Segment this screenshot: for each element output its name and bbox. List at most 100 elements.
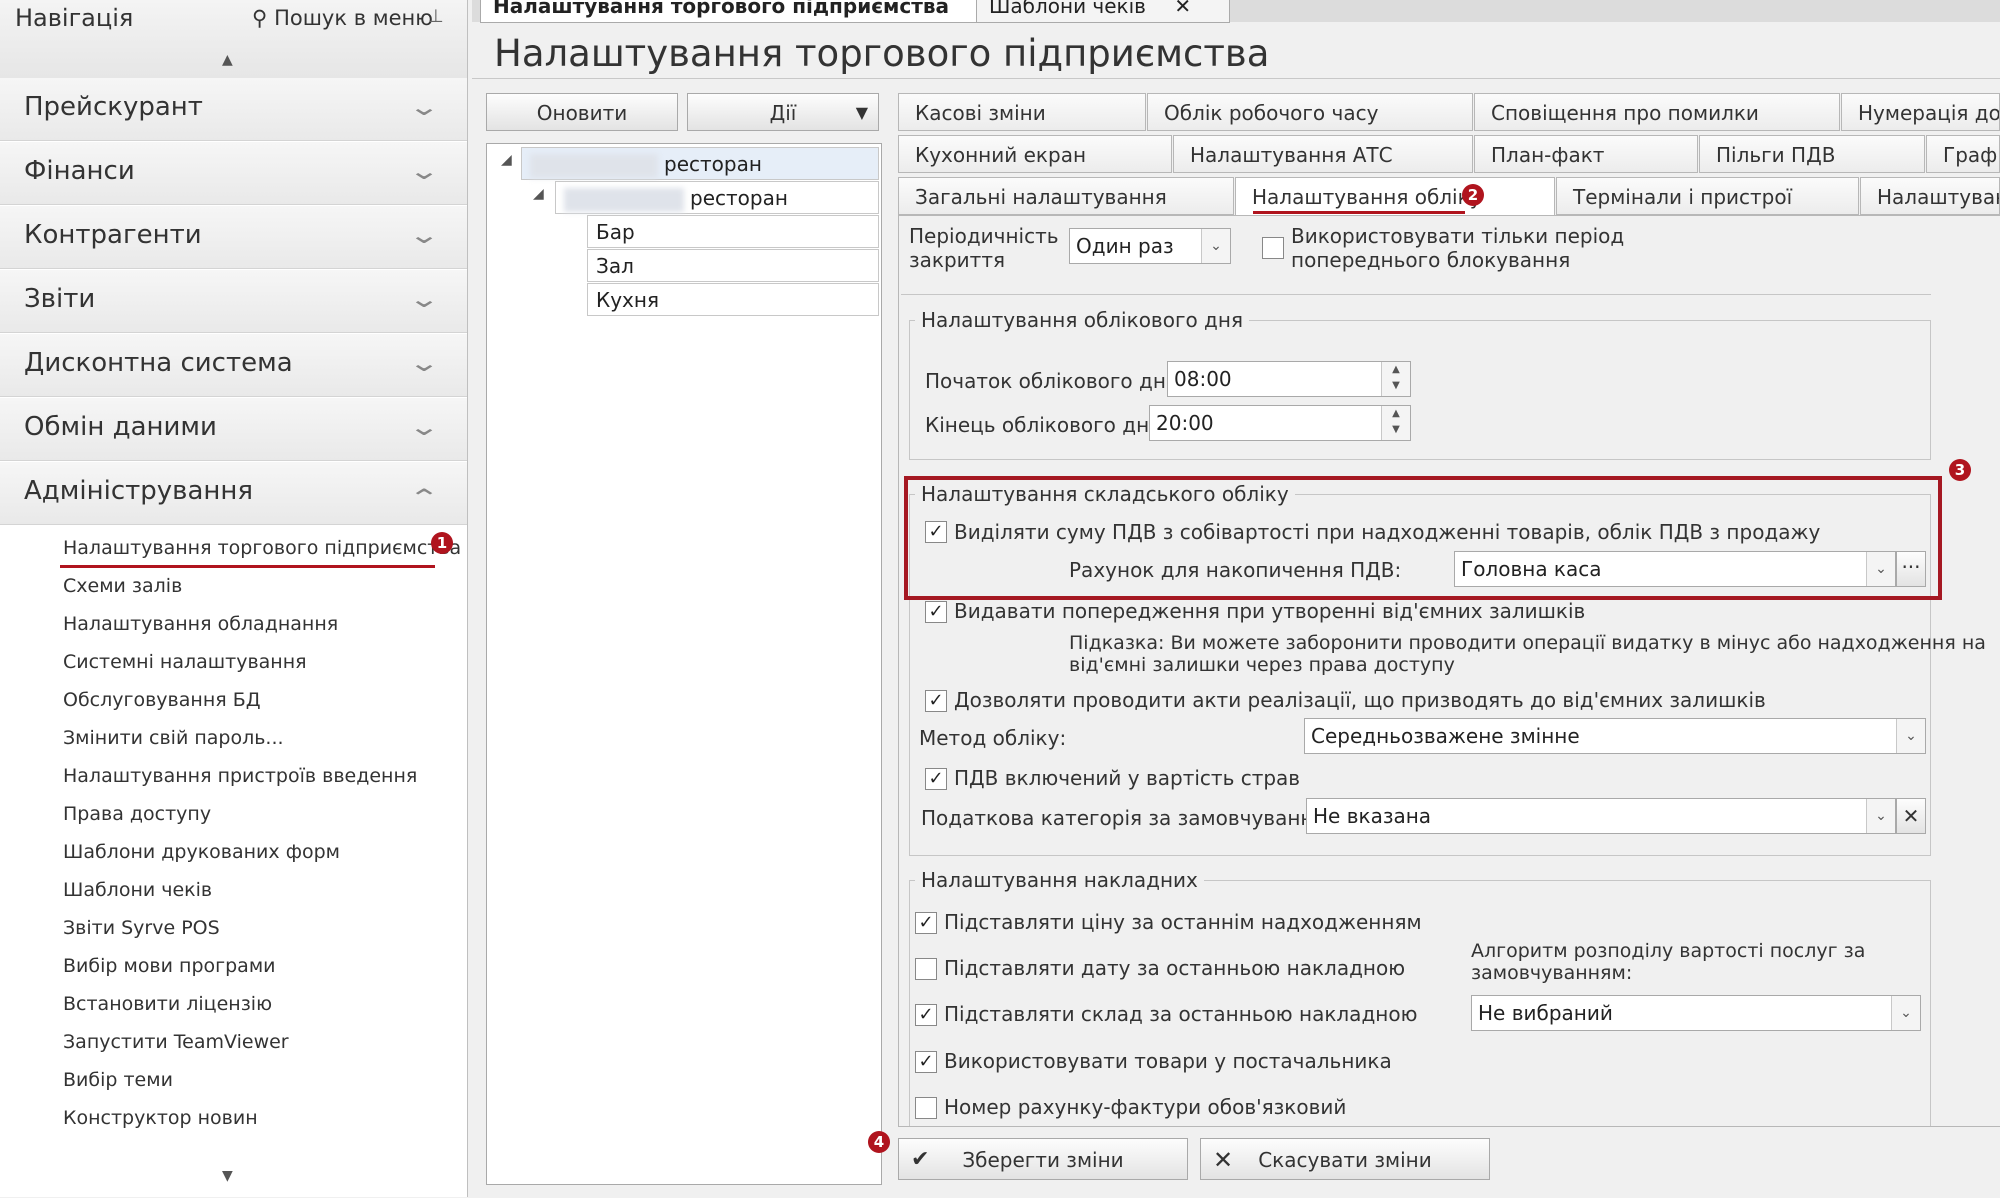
tab-general-settings[interactable]: Загальні налаштування [898,177,1234,215]
scroll-up-icon[interactable]: ▲ [222,52,233,68]
nav-item-install-license[interactable]: Встановити ліцензію [63,993,272,1015]
tab-vat-benefits[interactable]: Пільги ПДВ [1699,135,1925,173]
nav-item-receipt-templates[interactable]: Шаблони чеків [63,879,212,901]
chevron-down-icon: ⌄ [407,349,441,377]
nav-item-enterprise-settings[interactable]: Налаштування торгового підприємства [63,537,461,559]
method-label: Метод обліку: [919,726,1067,750]
cost-algorithm-select[interactable]: Не вибраний ⌄ [1471,995,1921,1031]
tab-error-notifications[interactable]: Сповіщення про помилки [1474,93,1840,131]
menu-search[interactable]: ⚲ Пошук в меню [252,6,433,30]
invoice-date-checkbox[interactable] [915,958,937,980]
chevron-up-icon: ⌃ [407,484,441,512]
nav-section-label: Фінанси [24,156,135,186]
tab-plan-fact[interactable]: План-факт [1474,135,1698,173]
vat-in-price-checkbox[interactable]: ✓ [925,768,947,790]
tree-node[interactable]: Бар [587,215,879,248]
tab-cash-shifts[interactable]: Касові зміни [898,93,1146,131]
close-period-label-line: Періодичність [909,224,1059,248]
nav-section-administration[interactable]: Адміністрування ⌃ [0,462,467,525]
tab-numbering[interactable]: Нумерація доку [1841,93,2000,131]
tab-settings-more[interactable]: Налаштуванн [1860,177,2000,215]
clear-icon[interactable]: ✕ [1896,798,1926,834]
hint-line: Підказка: Ви можете заборонити проводити… [1069,632,1986,654]
use-prev-block-period-label: Використовувати тільки період попередньо… [1291,224,1624,272]
nav-section-data-exchange[interactable]: Обмін даними ⌄ [0,398,467,461]
account-day-title: Налаштування облікового дня [915,308,1249,332]
doc-tab-enterprise-settings[interactable]: Налаштування торгового підприємства ✕ [480,0,1000,23]
tree-node[interactable]: Зал [587,249,879,282]
tab-schedule[interactable]: Графі [1926,135,2000,173]
nav-item-access-rights[interactable]: Права доступу [63,803,211,825]
nav-item-system-settings[interactable]: Системні налаштування [63,651,307,673]
highlight-box [904,476,1942,600]
step-badge-4: 4 [868,1131,890,1153]
invoice-number-label: Номер рахунку-фактури обов'язковий [944,1095,1347,1119]
method-select[interactable]: Середньозважене змінне ⌄ [1304,718,1926,754]
nav-item-theme[interactable]: Вибір теми [63,1069,173,1091]
settings-content: Періодичність закриття Один раз ⌄ Викори… [898,215,2000,1127]
use-prev-block-period-checkbox[interactable] [1262,237,1284,259]
chevron-down-icon: ⌄ [1866,799,1895,833]
save-button[interactable]: ✔ Зберегти зміни [898,1138,1188,1180]
collapse-icon[interactable]: ◢ [533,186,544,202]
nav-section-finance[interactable]: Фінанси ⌄ [0,142,467,205]
pin-icon[interactable]: ⊥ [428,6,444,27]
supplier-goods-label: Використовувати товари у постачальника [944,1049,1392,1073]
day-end-input[interactable]: 20:00 ▲ ▼ [1149,405,1411,441]
tree-node[interactable]: ресторан [555,181,879,214]
tree-node-label: ресторан [664,152,762,176]
tree-node[interactable]: ресторан [521,147,879,180]
nav-item-news-constructor[interactable]: Конструктор новин [63,1107,258,1129]
checkbox-label-line: Використовувати тільки період [1291,224,1625,248]
scroll-down-icon[interactable]: ▼ [222,1168,233,1184]
checkbox-label-line: попереднього блокування [1291,248,1571,272]
tab-pbx-settings[interactable]: Налаштування АТС [1173,135,1473,173]
tree-node[interactable]: Кухня [587,283,879,316]
tab-terminals-devices[interactable]: Термінали і пристрої [1556,177,1859,215]
nav-item-hall-schemes[interactable]: Схеми залів [63,575,182,597]
tab-kitchen-screen[interactable]: Кухонний екран [898,135,1172,173]
nav-section-label: Контрагенти [24,220,202,250]
nav-item-print-templates[interactable]: Шаблони друкованих форм [63,841,340,863]
cost-algorithm-value: Не вибраний [1478,1001,1613,1025]
refresh-button[interactable]: Оновити [486,93,678,131]
nav-section-reports[interactable]: Звіти ⌄ [0,270,467,333]
chevron-down-icon: ⌄ [407,221,441,249]
negative-warning-checkbox[interactable]: ✓ [925,601,947,623]
nav-item-pos-reports[interactable]: Звіти Syrve POS [63,917,220,939]
collapse-icon[interactable]: ◢ [501,152,512,168]
nav-section-discount[interactable]: Дисконтна система ⌄ [0,334,467,397]
invoice-price-checkbox[interactable]: ✓ [915,912,937,934]
cost-algorithm-label: Алгоритм розподілу вартості послуг за за… [1471,940,1865,984]
nav-item-change-password[interactable]: Змінити свій пароль... [63,727,284,749]
allow-acts-checkbox[interactable]: ✓ [925,690,947,712]
actions-dropdown[interactable]: Дії ▼ [687,93,879,131]
invoice-store-label: Підставляти склад за останньою накладною [944,1002,1418,1026]
close-icon[interactable]: ✕ [1174,0,1191,18]
day-start-input[interactable]: 08:00 ▲ ▼ [1167,361,1411,397]
tax-category-select[interactable]: Не вказана ⌄ [1306,798,1896,834]
nav-item-teamviewer[interactable]: Запустити TeamViewer [63,1031,289,1053]
close-period-select[interactable]: Один раз ⌄ [1069,228,1231,264]
nav-item-equipment-settings[interactable]: Налаштування обладнання [63,613,338,635]
close-period-label: Періодичність закриття [909,224,1059,272]
nav-section-pricelist[interactable]: Прейскурант ⌄ [0,78,467,141]
day-end-label: Кінець облікового дня: [925,413,1168,437]
invoice-store-checkbox[interactable]: ✓ [915,1004,937,1026]
chevron-down-icon: ⌄ [1891,996,1920,1030]
invoice-number-checkbox[interactable] [915,1097,937,1119]
nav-section-contractors[interactable]: Контрагенти ⌄ [0,206,467,269]
nav-item-language[interactable]: Вибір мови програми [63,955,276,977]
doc-tab-receipt-templates[interactable]: Шаблони чеків ✕ [976,0,1230,23]
spinner-icon[interactable]: ▲ ▼ [1381,362,1410,396]
tab-work-time[interactable]: Облік робочого часу [1147,93,1473,131]
tax-category-value: Не вказана [1313,804,1432,828]
nav-item-db-maintenance[interactable]: Обслуговування БД [63,689,261,711]
close-icon: ✕ [1213,1146,1234,1174]
search-icon: ⚲ [252,6,268,30]
supplier-goods-checkbox[interactable]: ✓ [915,1051,937,1073]
nav-item-input-devices[interactable]: Налаштування пристроїв введення [63,765,417,787]
label-line: Алгоритм розподілу вартості послуг за [1471,940,1866,962]
spinner-icon[interactable]: ▲ ▼ [1381,406,1410,440]
cancel-button[interactable]: ✕ Скасувати зміни [1200,1138,1490,1180]
